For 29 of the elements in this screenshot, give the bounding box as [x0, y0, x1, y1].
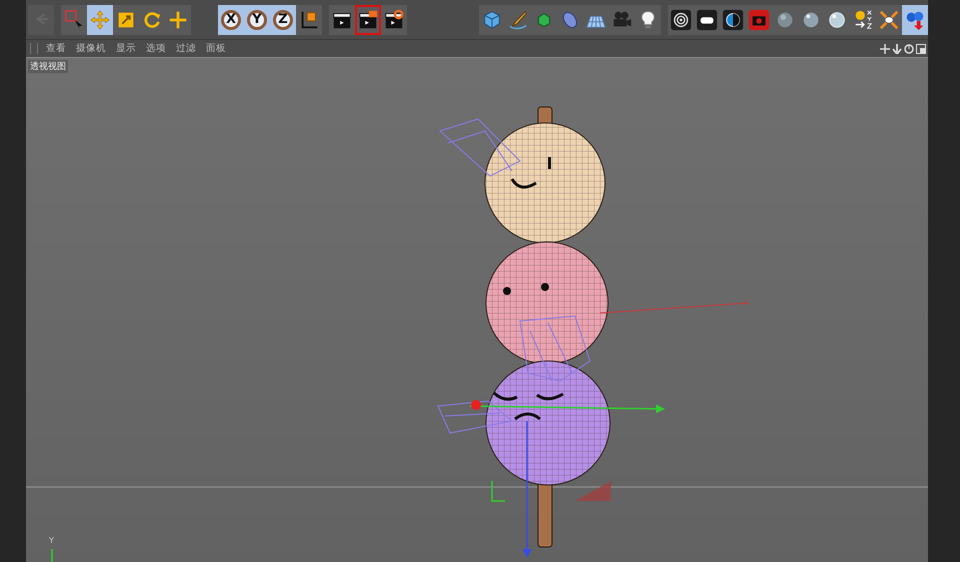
viewport-menu-item[interactable]: 摄像机 — [76, 42, 106, 55]
pen-nib-icon — [507, 8, 529, 30]
viewport-menu-item[interactable]: 过滤 — [176, 42, 196, 55]
pan-icon[interactable] — [880, 44, 890, 54]
burst-arrows-icon — [878, 8, 900, 30]
layout-icon[interactable] — [916, 44, 926, 54]
zoom-arrow-icon[interactable] — [892, 44, 902, 54]
clapboard-picture-icon — [357, 8, 379, 30]
viewport-menu-item[interactable]: 显示 — [116, 42, 136, 55]
viewport-menu-item[interactable]: 面板 — [206, 42, 226, 55]
clapboard-gear-icon — [383, 8, 405, 30]
viewport-menu-item[interactable]: 查看 — [46, 42, 66, 55]
cube-icon — [481, 8, 503, 30]
concentric-rings-icon — [670, 8, 692, 30]
move-tool-button[interactable] — [87, 4, 113, 34]
select-arrow-icon — [63, 8, 85, 30]
camera-icon — [748, 8, 770, 30]
axis-lock-button[interactable]: Y — [244, 4, 270, 34]
glowing-pill-icon — [696, 8, 718, 30]
viewport-menu-item[interactable]: 选项 — [146, 42, 166, 55]
axis-lock-button[interactable]: X — [218, 4, 244, 34]
orbit-icon[interactable] — [904, 44, 914, 54]
axis-lock-button[interactable]: Z — [270, 4, 296, 34]
axis-label: Y — [49, 536, 54, 545]
viewport-title: 透视视图 — [28, 60, 68, 73]
render-picture-button[interactable] — [355, 4, 381, 34]
octane-button[interactable] — [668, 4, 694, 34]
move-arrows-icon — [89, 8, 111, 30]
world-axis-icon — [51, 549, 53, 562]
